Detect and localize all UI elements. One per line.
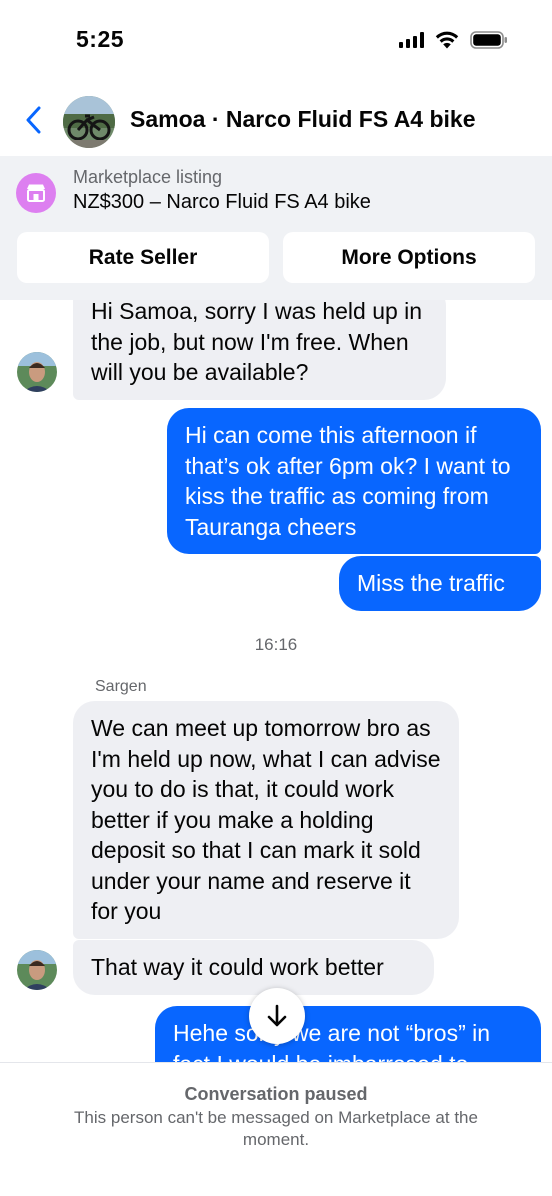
marketplace-listing-banner[interactable]: Marketplace listing NZ$300 – Narco Fluid…: [0, 156, 552, 300]
message-timestamp: 16:16: [254, 635, 298, 654]
status-icons: [399, 30, 508, 49]
sent-message[interactable]: Miss the traffic: [339, 556, 541, 611]
received-message[interactable]: Hi Samoa, sorry I was held up in the job…: [73, 300, 446, 400]
conversation-title[interactable]: Samoa · Narco Fluid FS A4 bike: [130, 106, 476, 133]
sent-message[interactable]: Hehe sorry we are not “bros” in fact I w…: [155, 1006, 541, 1062]
more-options-button[interactable]: More Options: [283, 232, 535, 283]
received-message[interactable]: That way it could work better: [73, 940, 434, 995]
sender-avatar[interactable]: [17, 950, 57, 990]
wifi-icon: [435, 31, 459, 49]
paused-title: Conversation paused: [184, 1084, 368, 1104]
received-message[interactable]: We can meet up tomorrow bro as I'm held …: [73, 701, 459, 939]
listing-title: NZ$300 – Narco Fluid FS A4 bike: [73, 191, 371, 213]
conversation-paused-footer: Conversation paused This person can't be…: [0, 1062, 552, 1196]
listing-kicker: Marketplace listing: [73, 167, 223, 187]
paused-description: This person can't be messaged on Marketp…: [74, 1108, 478, 1149]
arrow-down-icon: [267, 1004, 287, 1027]
shop-icon: [16, 173, 56, 213]
battery-icon: [470, 30, 507, 49]
listing-avatar[interactable]: [63, 96, 115, 148]
rate-seller-button[interactable]: Rate Seller: [17, 232, 269, 283]
conversation-header: Samoa · Narco Fluid FS A4 bike: [0, 84, 552, 156]
status-bar: 5:25: [0, 0, 552, 84]
status-time: 5:25: [76, 26, 125, 52]
sender-name: Sargen: [95, 678, 147, 695]
message-thread[interactable]: Hi Samoa, sorry I was held up in the job…: [0, 300, 552, 1062]
sender-avatar[interactable]: [17, 352, 57, 392]
sent-message[interactable]: Hi can come this afternoon if that’s ok …: [167, 408, 541, 554]
back-chevron-icon[interactable]: [20, 102, 48, 138]
scroll-to-bottom-button[interactable]: [249, 988, 305, 1044]
signal-icon: [399, 31, 424, 48]
